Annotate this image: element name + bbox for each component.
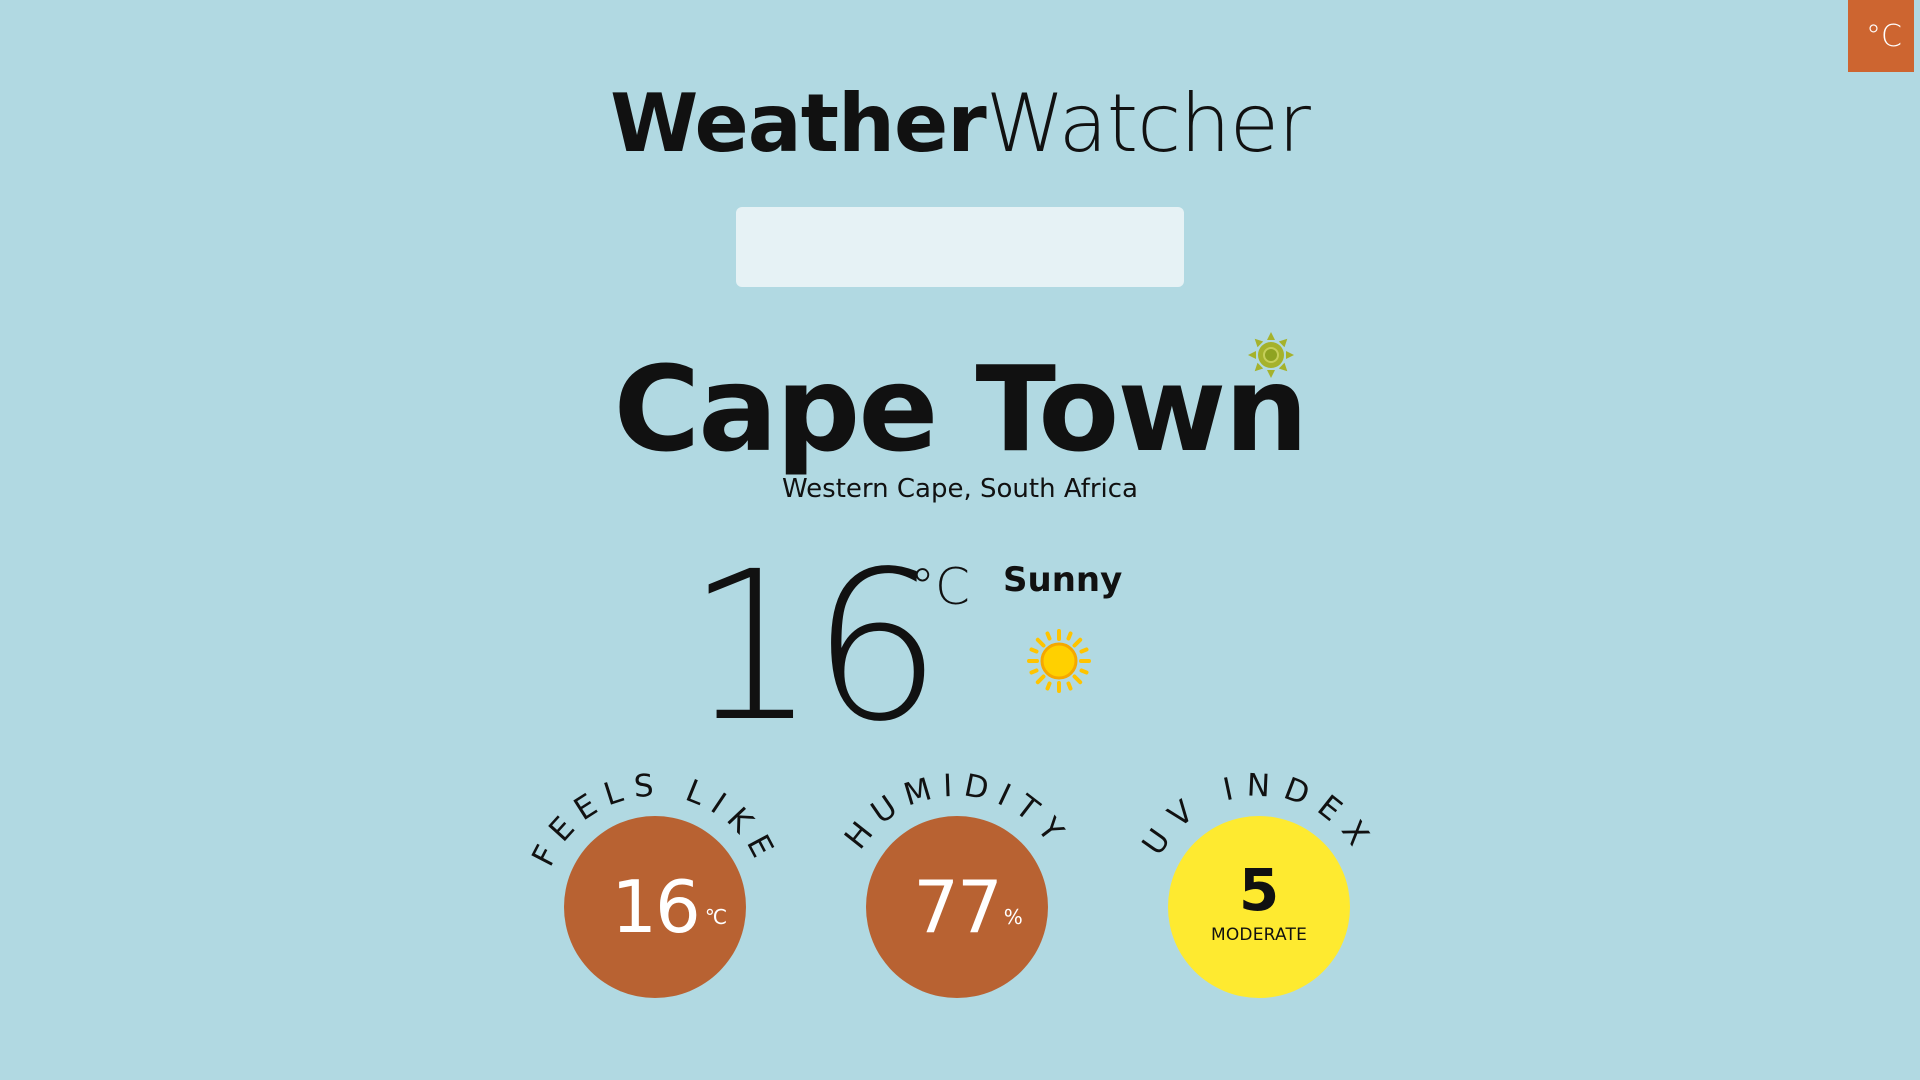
humidity-stat: HUMIDITY 77% <box>826 767 1086 1010</box>
region-text: Western Cape, South Africa <box>782 474 1138 504</box>
humidity-value-wrap: 77% <box>913 865 1023 949</box>
app-title-light: Watcher <box>985 77 1311 170</box>
sun-badge-icon <box>1248 332 1294 378</box>
sun-icon <box>1027 629 1091 693</box>
current-temperature: 16 <box>686 527 942 767</box>
scrollbar-gutter <box>1914 0 1920 1080</box>
unit-toggle-button[interactable]: °C <box>1848 0 1920 72</box>
city-name: Cape Town <box>613 340 1309 478</box>
feels-like-circle: 16 °C <box>564 816 746 998</box>
humidity-circle: 77% <box>866 816 1048 998</box>
temperature-unit: °C <box>910 558 970 616</box>
feels-like-unit: °C <box>704 905 727 929</box>
uv-index-level: MODERATE <box>1210 925 1308 945</box>
city-search-input[interactable] <box>736 207 1184 287</box>
uv-index-value: 5 <box>1238 856 1280 924</box>
humidity-value: 77 <box>913 865 1003 949</box>
feels-like-value: 16 <box>611 865 701 949</box>
uv-index-circle: 5 MODERATE <box>1168 816 1350 998</box>
humidity-unit: % <box>1003 905 1023 929</box>
feels-like-stat: FEELS LIKE 16 °C <box>524 767 784 1010</box>
weather-page: °C WeatherWatcher Cape Town Western Cape… <box>0 0 1920 1080</box>
feels-like-value-wrap: 16 °C <box>611 865 727 949</box>
app-title-bold: Weather <box>610 77 987 170</box>
uv-index-stat: UV INDEX 5 MODERATE <box>1128 767 1388 1010</box>
app-title: WeatherWatcher <box>0 74 1920 174</box>
weather-condition: Sunny <box>1003 560 1123 600</box>
